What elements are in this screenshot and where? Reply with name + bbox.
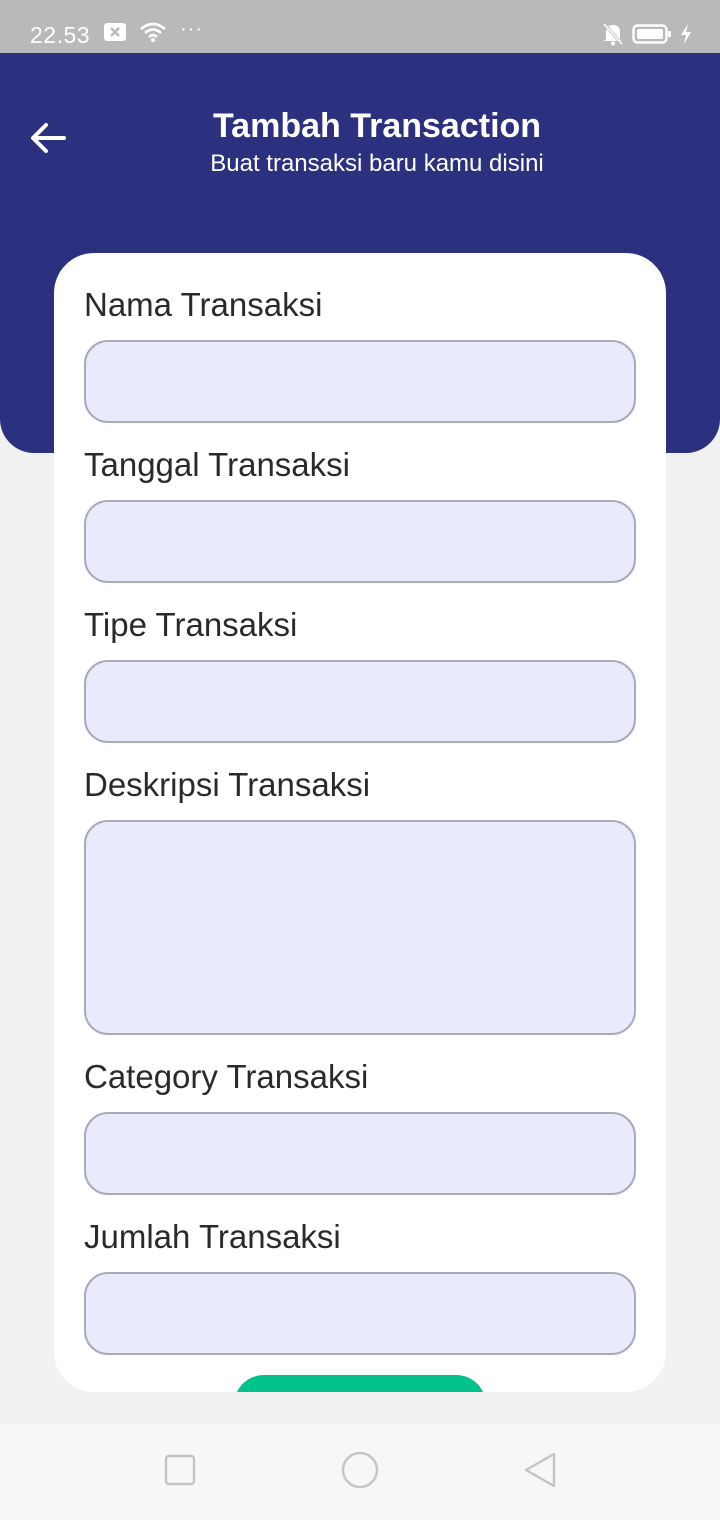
category-transaksi-label: Category Transaksi — [84, 1058, 369, 1095]
silent-bell-icon — [602, 22, 624, 46]
category-transaksi-input[interactable] — [84, 1112, 636, 1195]
charging-bolt-icon — [680, 24, 692, 44]
nama-transaksi-label: Nama Transaksi — [84, 286, 323, 323]
back-triangle-icon — [523, 1452, 557, 1493]
submit-button[interactable] — [234, 1375, 486, 1392]
home-button[interactable] — [340, 1451, 380, 1494]
deskripsi-transaksi-label: Deskripsi Transaksi — [84, 766, 371, 803]
status-bar: 22.53 ··· — [0, 0, 720, 53]
home-circle-icon — [341, 1451, 379, 1494]
nama-transaksi-input[interactable] — [84, 340, 636, 423]
battery-icon — [632, 23, 672, 45]
status-left-icons: ··· — [104, 18, 203, 42]
status-right-icons — [602, 22, 692, 46]
tipe-transaksi-label: Tipe Transaksi — [84, 606, 298, 643]
wifi-icon — [140, 22, 166, 42]
more-dots-icon: ··· — [180, 18, 203, 40]
back-nav-button[interactable] — [520, 1452, 560, 1492]
page-title: Tambah Transaction — [212, 107, 542, 145]
notification-x-icon — [104, 23, 126, 41]
transaction-form: Nama Transaksi Tanggal Transaksi Tipe Tr… — [54, 253, 666, 1392]
deskripsi-transaksi-textarea[interactable] — [84, 820, 636, 1035]
status-time: 22.53 — [30, 22, 91, 48]
tanggal-transaksi-label: Tanggal Transaksi — [84, 446, 350, 483]
system-nav-bar — [0, 1424, 720, 1520]
jumlah-transaksi-input[interactable] — [84, 1272, 636, 1355]
page-subtitle: Buat transaksi baru kamu disini — [210, 150, 544, 177]
tanggal-transaksi-input[interactable] — [84, 500, 636, 583]
recents-button[interactable] — [160, 1452, 200, 1492]
jumlah-transaksi-label: Jumlah Transaksi — [84, 1218, 341, 1255]
recents-square-icon — [164, 1454, 196, 1491]
tipe-transaksi-input[interactable] — [84, 660, 636, 743]
